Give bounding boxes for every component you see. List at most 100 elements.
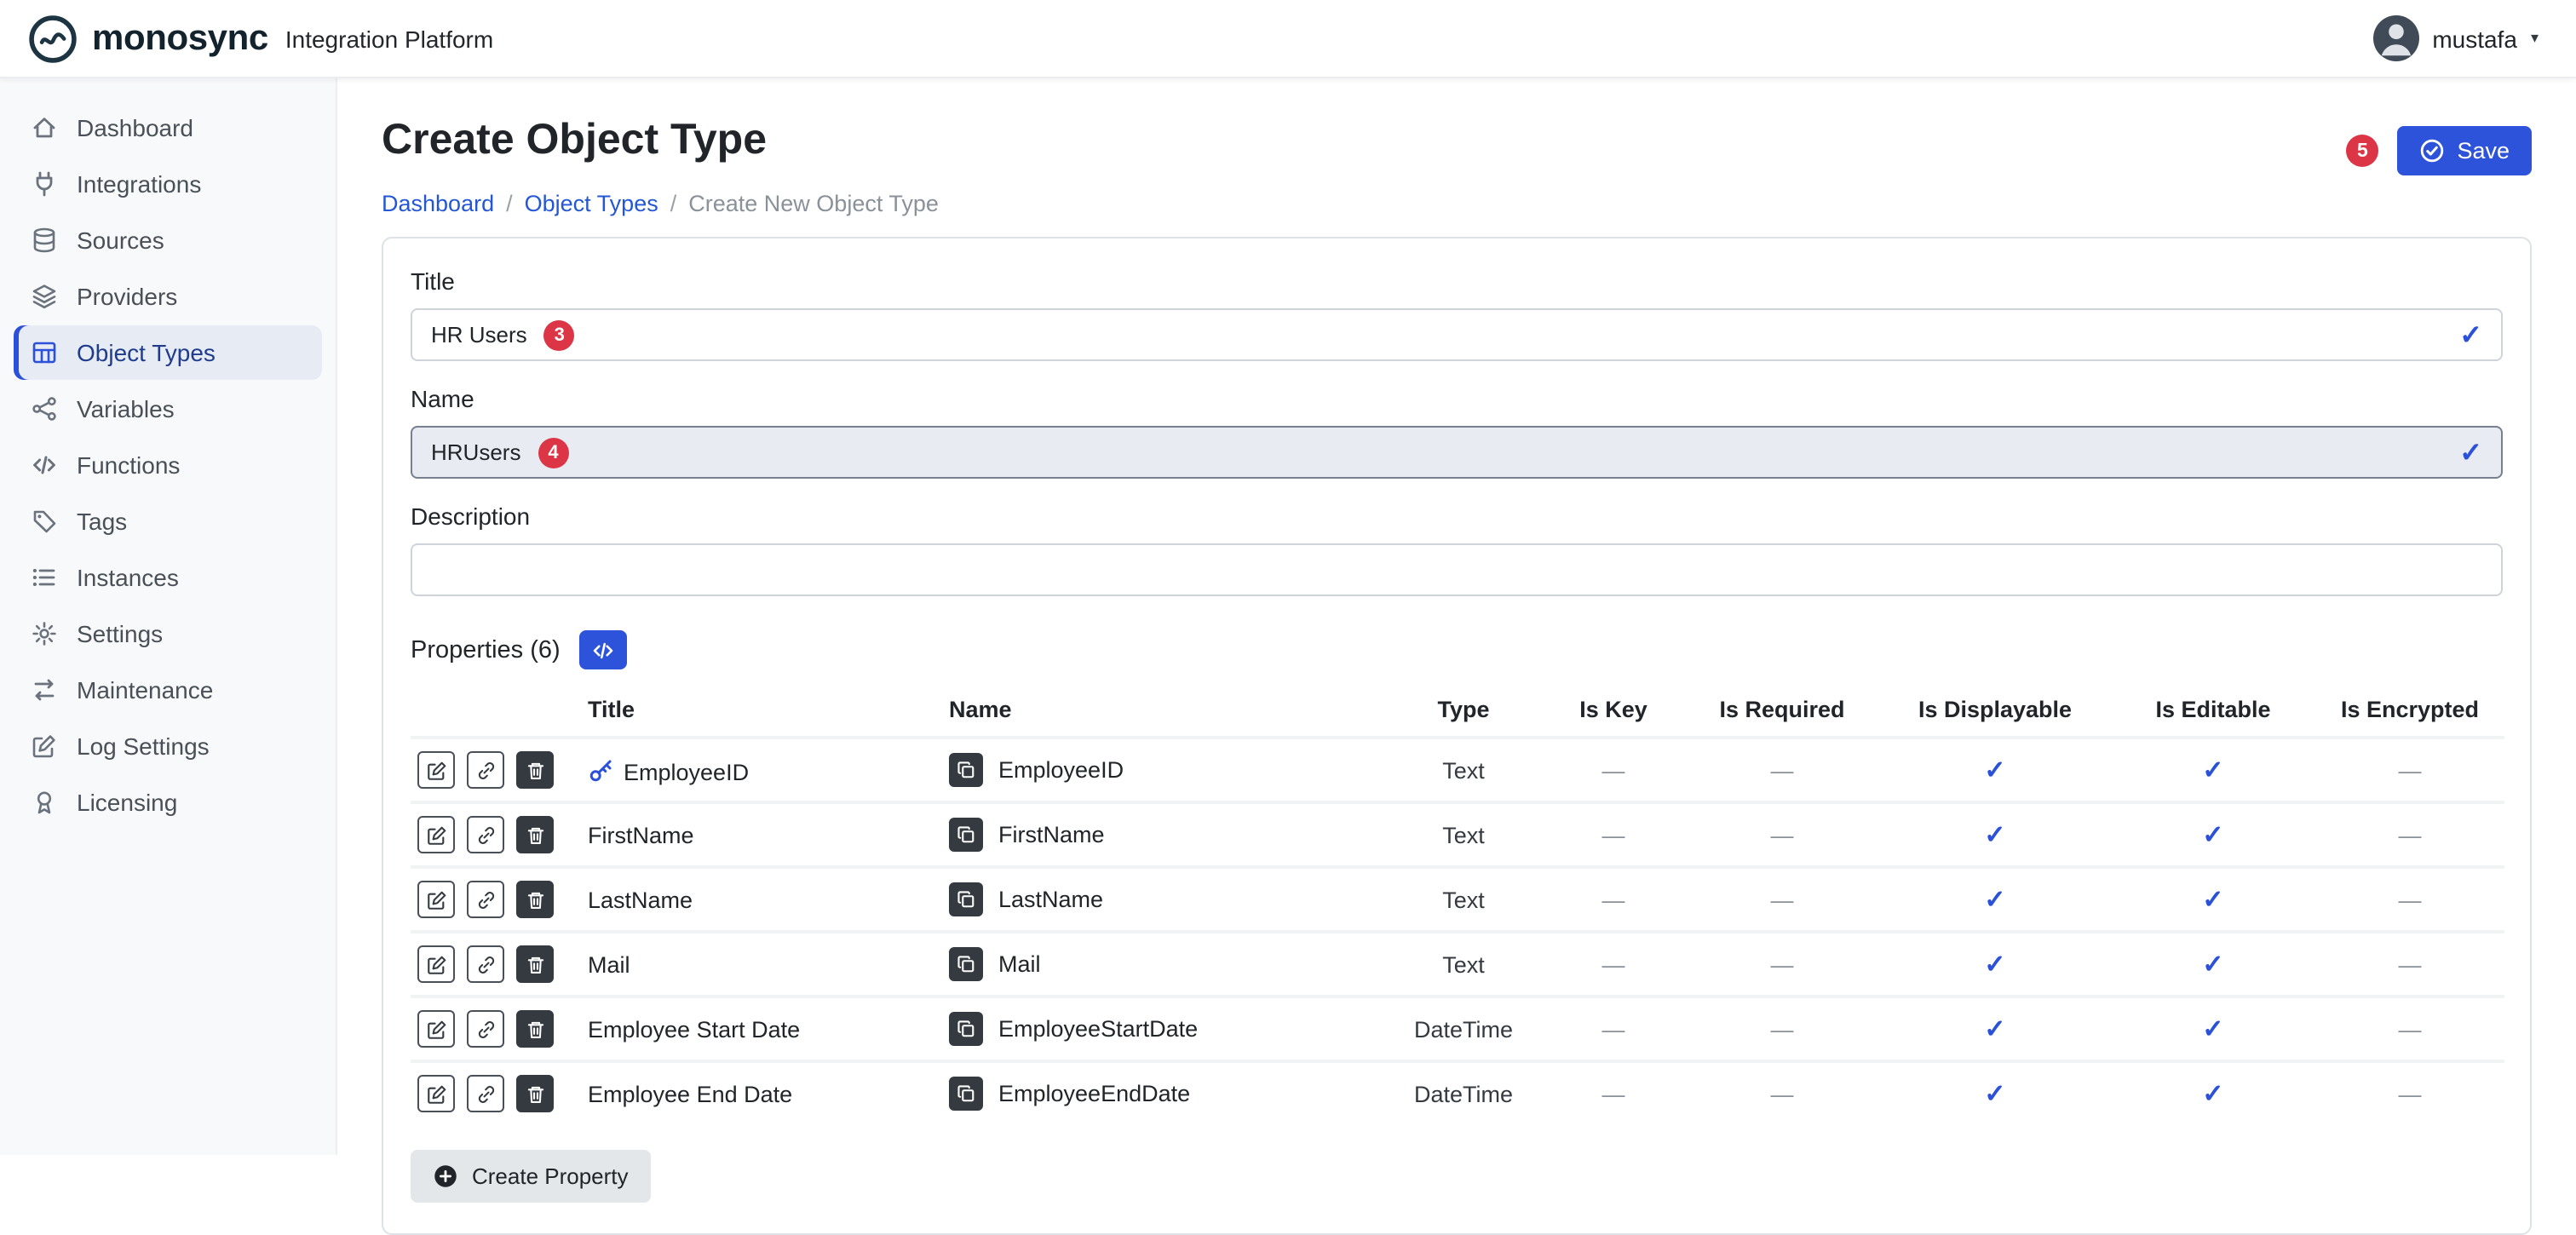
- sidebar-item-instances[interactable]: Instances: [14, 550, 322, 605]
- property-type: Text: [1385, 738, 1542, 802]
- copy-name-button[interactable]: [949, 753, 983, 787]
- edit-property-button[interactable]: [417, 751, 455, 789]
- sidebar-item-tags[interactable]: Tags: [14, 494, 322, 549]
- check-icon: ✓: [2202, 756, 2223, 785]
- edit-property-button[interactable]: [417, 1075, 455, 1112]
- trash-icon: [524, 759, 546, 781]
- property-row: FirstNameFirstNameText——✓✓—: [411, 802, 2504, 867]
- is-editable-cell: ✓: [2111, 932, 2315, 997]
- link-property-button[interactable]: [467, 1010, 504, 1048]
- pencil-square-icon: [425, 953, 447, 975]
- sidebar-item-licensing[interactable]: Licensing: [14, 775, 322, 830]
- sidebar-item-label: Log Settings: [77, 732, 210, 760]
- sidebar-item-object-types[interactable]: Object Types: [14, 325, 322, 380]
- is-encrypted-cell: —: [2315, 867, 2504, 932]
- check-icon: ✓: [1984, 1080, 2005, 1109]
- breadcrumb-dashboard[interactable]: Dashboard: [382, 191, 494, 216]
- is-displayable-cell: ✓: [1879, 867, 2111, 932]
- sidebar-item-providers[interactable]: Providers: [14, 269, 322, 324]
- delete-property-button[interactable]: [516, 751, 554, 789]
- breadcrumb-object-types[interactable]: Object Types: [525, 191, 658, 216]
- property-name: LastName: [998, 887, 1103, 912]
- property-row: LastNameLastNameText——✓✓—: [411, 867, 2504, 932]
- name-input[interactable]: HRUsers 4 ✓: [411, 426, 2503, 479]
- is-required-cell: —: [1685, 802, 1879, 867]
- main-content: Create Object Type Dashboard/Object Type…: [337, 78, 2576, 1155]
- plus-circle-icon: [433, 1163, 458, 1189]
- dash: —: [1771, 822, 1794, 847]
- delete-property-button[interactable]: [516, 1075, 554, 1112]
- pencil-square-icon: [425, 824, 447, 846]
- sidebar-item-label: Functions: [77, 451, 180, 479]
- view-code-button[interactable]: [579, 630, 627, 669]
- copy-name-button[interactable]: [949, 947, 983, 981]
- edit-property-button[interactable]: [417, 1010, 455, 1048]
- copy-name-button[interactable]: [949, 1077, 983, 1111]
- edit-property-button[interactable]: [417, 881, 455, 918]
- is-key-cell: —: [1542, 738, 1685, 802]
- breadcrumb-separator: /: [670, 191, 677, 216]
- link-property-button[interactable]: [467, 751, 504, 789]
- create-property-button[interactable]: Create Property: [411, 1150, 651, 1203]
- breadcrumb-create-new-object-type: Create New Object Type: [688, 191, 939, 216]
- sidebar-item-integrations[interactable]: Integrations: [14, 157, 322, 211]
- delete-property-button[interactable]: [516, 881, 554, 918]
- copy-name-button[interactable]: [949, 882, 983, 916]
- sidebar-item-sources[interactable]: Sources: [14, 213, 322, 267]
- sidebar-item-label: Integrations: [77, 170, 201, 198]
- sidebar-item-label: Sources: [77, 227, 164, 254]
- pencil-square-icon: [425, 759, 447, 781]
- breadcrumb-separator: /: [506, 191, 513, 216]
- delete-property-button[interactable]: [516, 816, 554, 853]
- sidebar-item-settings[interactable]: Settings: [14, 606, 322, 661]
- sidebar-item-functions[interactable]: Functions: [14, 438, 322, 492]
- copy-name-button[interactable]: [949, 818, 983, 852]
- delete-property-button[interactable]: [516, 945, 554, 983]
- description-input[interactable]: [411, 543, 2503, 596]
- sidebar-item-maintenance[interactable]: Maintenance: [14, 663, 322, 717]
- home-icon: [31, 114, 58, 141]
- edit-property-button[interactable]: [417, 945, 455, 983]
- dash: —: [1771, 757, 1794, 783]
- pencil-square-icon: [425, 888, 447, 910]
- save-button[interactable]: Save: [2397, 126, 2532, 175]
- title-input[interactable]: HR Users 3 ✓: [411, 308, 2503, 361]
- copy-name-button[interactable]: [949, 1012, 983, 1046]
- settings-icon: [31, 620, 58, 647]
- sidebar-item-variables[interactable]: Variables: [14, 382, 322, 436]
- property-name: FirstName: [998, 822, 1105, 847]
- name-field-group: Name HRUsers 4 ✓: [411, 385, 2503, 479]
- edit-property-button[interactable]: [417, 816, 455, 853]
- check-icon: ✓: [2202, 951, 2223, 979]
- delete-property-button[interactable]: [516, 1010, 554, 1048]
- check-icon: ✓: [2202, 886, 2223, 915]
- save-button-label: Save: [2457, 138, 2510, 164]
- properties-header: Properties (6): [411, 630, 2503, 669]
- create-property-label: Create Property: [472, 1163, 629, 1189]
- sidebar-item-label: Dashboard: [77, 114, 193, 141]
- column-header-title: Title: [581, 683, 942, 738]
- is-required-cell: —: [1685, 738, 1879, 802]
- user-menu[interactable]: mustafa ▾: [2372, 15, 2539, 61]
- link-property-button[interactable]: [467, 945, 504, 983]
- property-type: Text: [1385, 802, 1542, 867]
- name-step-badge: 4: [538, 437, 568, 468]
- link-icon: [474, 759, 497, 781]
- shell: DashboardIntegrationsSourcesProvidersObj…: [0, 78, 2576, 1155]
- name-input-value: HRUsers: [431, 439, 520, 465]
- check-icon: ✓: [1984, 756, 2005, 785]
- sidebar-item-log-settings[interactable]: Log Settings: [14, 719, 322, 773]
- check-icon: ✓: [1984, 1015, 2005, 1044]
- link-property-button[interactable]: [467, 816, 504, 853]
- plug-icon: [31, 170, 58, 198]
- chevron-down-icon: ▾: [2531, 29, 2539, 48]
- dash: —: [2399, 887, 2422, 912]
- code-icon: [591, 638, 615, 662]
- link-property-button[interactable]: [467, 881, 504, 918]
- is-key-cell: —: [1542, 1061, 1685, 1124]
- link-property-button[interactable]: [467, 1075, 504, 1112]
- column-header-is-encrypted: Is Encrypted: [2315, 683, 2504, 738]
- sidebar-item-dashboard[interactable]: Dashboard: [14, 101, 322, 155]
- is-required-cell: —: [1685, 932, 1879, 997]
- dash: —: [1602, 822, 1625, 847]
